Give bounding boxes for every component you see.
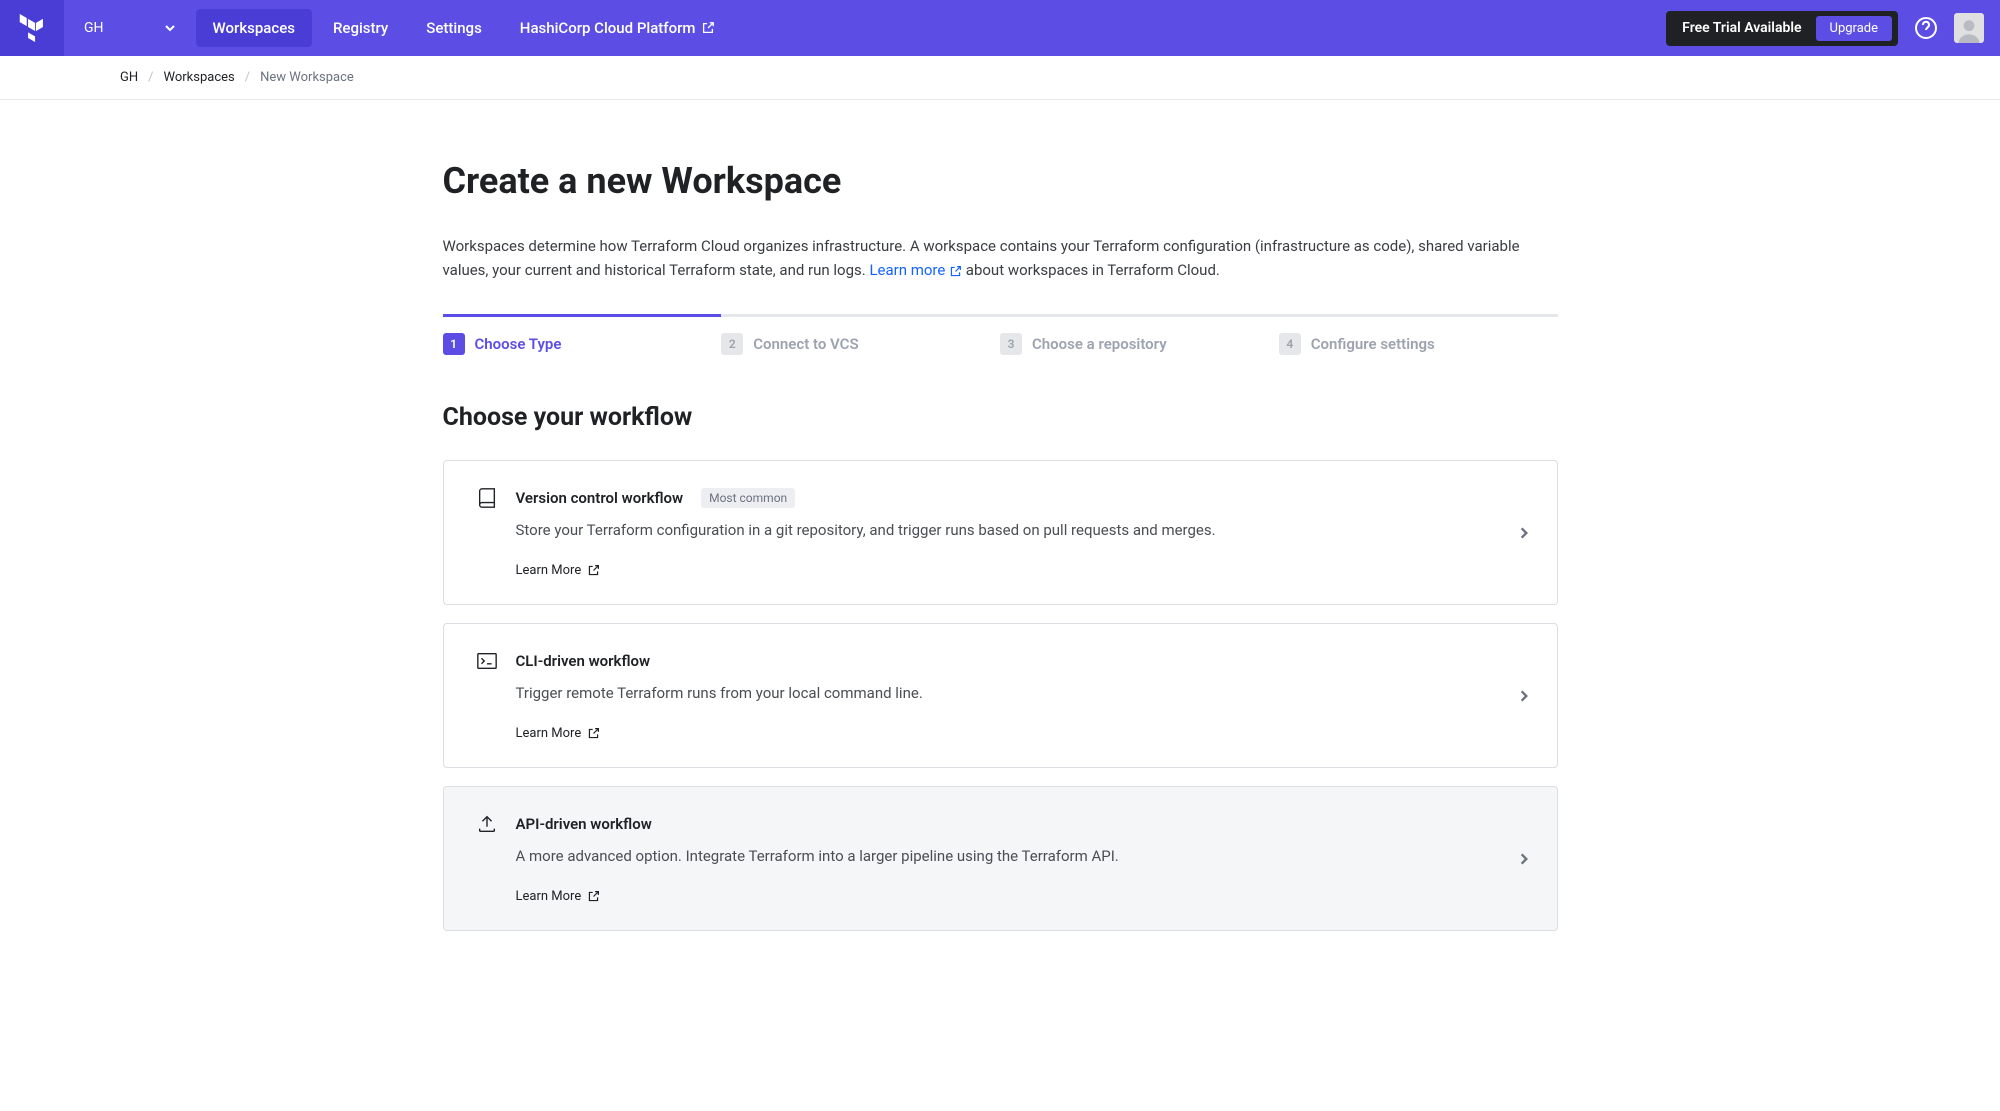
page-title: Create a new Workspace	[443, 160, 1558, 202]
workflow-title: API-driven workflow	[516, 815, 652, 833]
step-label: Choose Type	[475, 335, 562, 353]
step-label: Configure settings	[1311, 335, 1435, 353]
step-label: Connect to VCS	[753, 335, 858, 353]
workflow-desc: Trigger remote Terraform runs from your …	[516, 684, 1525, 702]
breadcrumb: GH / Workspaces / New Workspace	[0, 56, 2000, 100]
upload-icon	[476, 813, 498, 835]
step-number: 4	[1279, 333, 1301, 355]
org-name: GH	[84, 20, 104, 36]
terraform-icon	[19, 14, 45, 42]
workflow-vcs[interactable]: Version control workflow Most common Sto…	[443, 460, 1558, 605]
breadcrumb-workspaces[interactable]: Workspaces	[164, 70, 235, 85]
chevron-right-icon	[1517, 526, 1531, 540]
step-choose-type: 1 Choose Type	[443, 314, 722, 355]
breadcrumb-separator: /	[148, 70, 153, 85]
step-number: 2	[721, 333, 743, 355]
terminal-icon	[476, 650, 498, 672]
external-link-icon	[949, 265, 962, 278]
external-link-icon	[587, 727, 600, 740]
page-description: Workspaces determine how Terraform Cloud…	[443, 234, 1558, 282]
section-title: Choose your workflow	[443, 403, 1558, 432]
chevron-right-icon	[1517, 689, 1531, 703]
breadcrumb-separator: /	[245, 70, 250, 85]
external-link-icon	[701, 21, 715, 35]
help-icon[interactable]	[1914, 16, 1938, 40]
step-configure: 4 Configure settings	[1279, 314, 1558, 355]
step-number: 3	[1000, 333, 1022, 355]
book-icon	[476, 487, 498, 509]
learn-more-link[interactable]: Learn More	[516, 889, 1525, 904]
breadcrumb-current: New Workspace	[260, 70, 354, 85]
nav-right: Free Trial Available Upgrade	[1666, 11, 1984, 46]
avatar-icon	[1956, 17, 1982, 43]
main-content: Create a new Workspace Workspaces determ…	[443, 100, 1558, 989]
upgrade-button[interactable]: Upgrade	[1816, 16, 1892, 41]
nav-settings[interactable]: Settings	[409, 9, 499, 47]
chevron-down-icon	[164, 22, 176, 34]
breadcrumb-org[interactable]: GH	[120, 70, 138, 85]
learn-more-link[interactable]: Learn More	[516, 726, 1525, 741]
user-avatar[interactable]	[1954, 13, 1984, 43]
learn-more-link[interactable]: Learn More	[516, 563, 1525, 578]
step-number: 1	[443, 333, 465, 355]
external-link-icon	[587, 564, 600, 577]
workflow-cli[interactable]: CLI-driven workflow Trigger remote Terra…	[443, 623, 1558, 768]
most-common-badge: Most common	[701, 488, 795, 508]
trial-box: Free Trial Available Upgrade	[1666, 11, 1898, 46]
workflow-desc: Store your Terraform configuration in a …	[516, 521, 1525, 539]
workflow-title: CLI-driven workflow	[516, 652, 651, 670]
stepper: 1 Choose Type 2 Connect to VCS 3 Choose …	[443, 314, 1558, 355]
learn-more-link[interactable]: Learn more	[869, 261, 962, 279]
nav-hcp[interactable]: HashiCorp Cloud Platform	[503, 9, 733, 47]
workflow-title: Version control workflow	[516, 489, 684, 507]
top-nav: GH Workspaces Registry Settings HashiCor…	[0, 0, 2000, 56]
step-choose-repo: 3 Choose a repository	[1000, 314, 1279, 355]
external-link-icon	[587, 890, 600, 903]
step-connect-vcs: 2 Connect to VCS	[721, 314, 1000, 355]
workflow-desc: A more advanced option. Integrate Terraf…	[516, 847, 1525, 865]
trial-text: Free Trial Available	[1682, 20, 1801, 36]
nav-workspaces[interactable]: Workspaces	[196, 9, 312, 47]
terraform-logo[interactable]	[0, 0, 64, 56]
workflow-api[interactable]: API-driven workflow A more advanced opti…	[443, 786, 1558, 931]
chevron-right-icon	[1517, 852, 1531, 866]
step-label: Choose a repository	[1032, 335, 1167, 353]
org-dropdown[interactable]: GH	[64, 0, 196, 56]
nav-links: Workspaces Registry Settings HashiCorp C…	[196, 9, 733, 47]
nav-registry[interactable]: Registry	[316, 9, 405, 47]
